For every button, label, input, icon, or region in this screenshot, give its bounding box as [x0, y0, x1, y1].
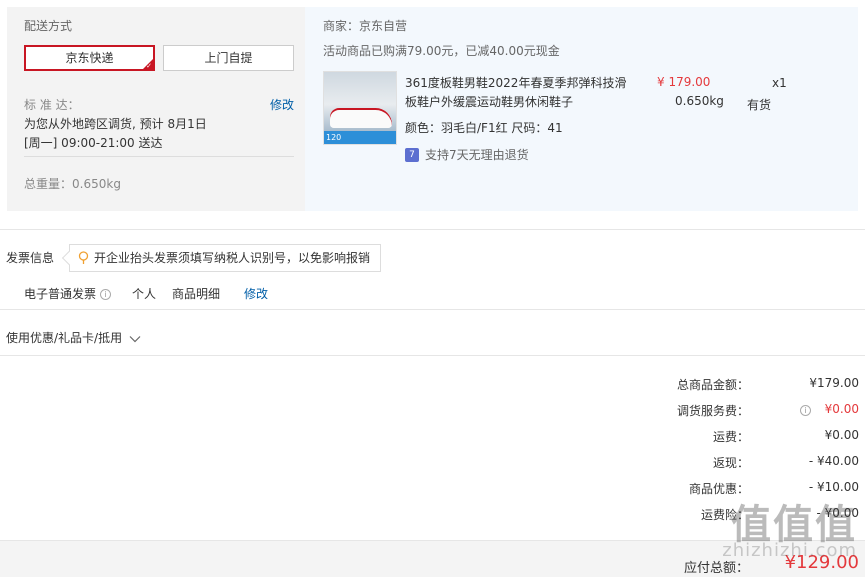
shoe-graphic — [330, 108, 392, 128]
summary-label-freight: 运费： — [712, 430, 749, 444]
coupon-toggle[interactable]: 使用优惠/礼品卡/抵用 — [6, 329, 141, 346]
product-name-line1[interactable]: 361度板鞋男鞋2022年春夏季邦弹科技滑 — [405, 74, 626, 91]
tip-arrow — [61, 250, 77, 266]
info-icon: i — [800, 405, 811, 416]
check-icon: ✓ — [146, 62, 152, 70]
self-pickup-button[interactable]: 上门自提 — [163, 45, 294, 71]
product-quantity: x1 — [772, 76, 787, 90]
section-divider — [0, 229, 865, 230]
lightbulb-icon — [78, 251, 89, 264]
coupon-label: 使用优惠/礼品卡/抵用 — [6, 331, 123, 345]
product-name-line2[interactable]: 板鞋户外缓震运动鞋男休闲鞋子 — [405, 93, 573, 110]
return-policy-icon: 7 — [405, 148, 419, 162]
summary-value-freight: ¥0.00 — [824, 428, 859, 442]
express-delivery-button[interactable]: 京东快递 ✓ — [24, 45, 155, 71]
chevron-down-icon — [129, 335, 141, 342]
invoice-modify-link[interactable]: 修改 — [244, 285, 268, 302]
self-pickup-label: 上门自提 — [204, 51, 253, 65]
shipping-title: 配送方式 — [24, 19, 73, 33]
merchant-name: 商家：京东自营 — [323, 19, 408, 33]
shipping-modify-link[interactable]: 修改 — [270, 96, 294, 113]
stock-status: 有货 — [747, 98, 772, 112]
express-delivery-label: 京东快递 — [65, 51, 114, 65]
shipping-panel: 配送方式 京东快递 ✓ 上门自提 标 准 达： 修改 为您从外地跨区调货, 预计… — [7, 7, 305, 211]
summary-label-cashback: 返现： — [712, 456, 749, 470]
delivery-estimate-line1: 为您从外地跨区调货, 预计 8月1日 — [24, 117, 207, 131]
section-divider — [0, 309, 865, 310]
delivery-estimate-line2: [周一] 09:00-21:00 送达 — [24, 136, 163, 150]
summary-label-goods: 总商品金额： — [676, 378, 749, 392]
image-badge: 120 — [324, 131, 396, 144]
return-policy-text: 支持7天无理由退货 — [425, 148, 529, 162]
invoice-tip: 开企业抬头发票须填写纳税人识别号，以免影响报销 — [61, 244, 381, 272]
summary-value-cashback: - ¥40.00 — [808, 454, 859, 468]
standard-delivery-label: 标 准 达： — [24, 98, 80, 112]
shipping-divider — [24, 156, 294, 157]
summary-value-goods: ¥179.00 — [809, 376, 859, 390]
summary-label-transfer-fee: 调货服务费： — [676, 404, 749, 418]
invoice-detail: 商品明细 — [172, 287, 221, 301]
promo-text: 活动商品已购满79.00元，已减40.00元现金 — [323, 44, 560, 58]
total-weight: 总重量：0.650kg — [24, 175, 121, 192]
transfer-fee-info[interactable]: i — [800, 403, 811, 417]
total-weight-label: 总重量： — [24, 177, 73, 191]
watermark-url: zhizhizhi.com — [722, 540, 857, 561]
product-weight: 0.650kg — [675, 94, 724, 108]
store-panel: 商家：京东自营 活动商品已购满79.00元，已减40.00元现金 120 361… — [305, 7, 858, 211]
invoice-type: 电子普通发票 i — [24, 285, 111, 302]
info-icon[interactable]: i — [99, 289, 111, 300]
invoice-type-label: 电子普通发票 — [24, 287, 97, 301]
total-weight-value: 0.650kg — [72, 177, 121, 191]
summary-value-transfer-fee: ¥0.00 — [824, 402, 859, 416]
product-price: ¥ 179.00 — [657, 75, 711, 89]
invoice-title: 发票信息 — [6, 251, 55, 265]
invoice-person: 个人 — [132, 287, 157, 301]
section-divider — [0, 355, 865, 356]
product-attributes: 颜色：羽毛白/F1红 尺码：41 — [405, 121, 563, 135]
invoice-tip-text: 开企业抬头发票须填写纳税人识别号，以免影响报销 — [94, 251, 371, 265]
product-image[interactable]: 120 — [323, 71, 397, 145]
